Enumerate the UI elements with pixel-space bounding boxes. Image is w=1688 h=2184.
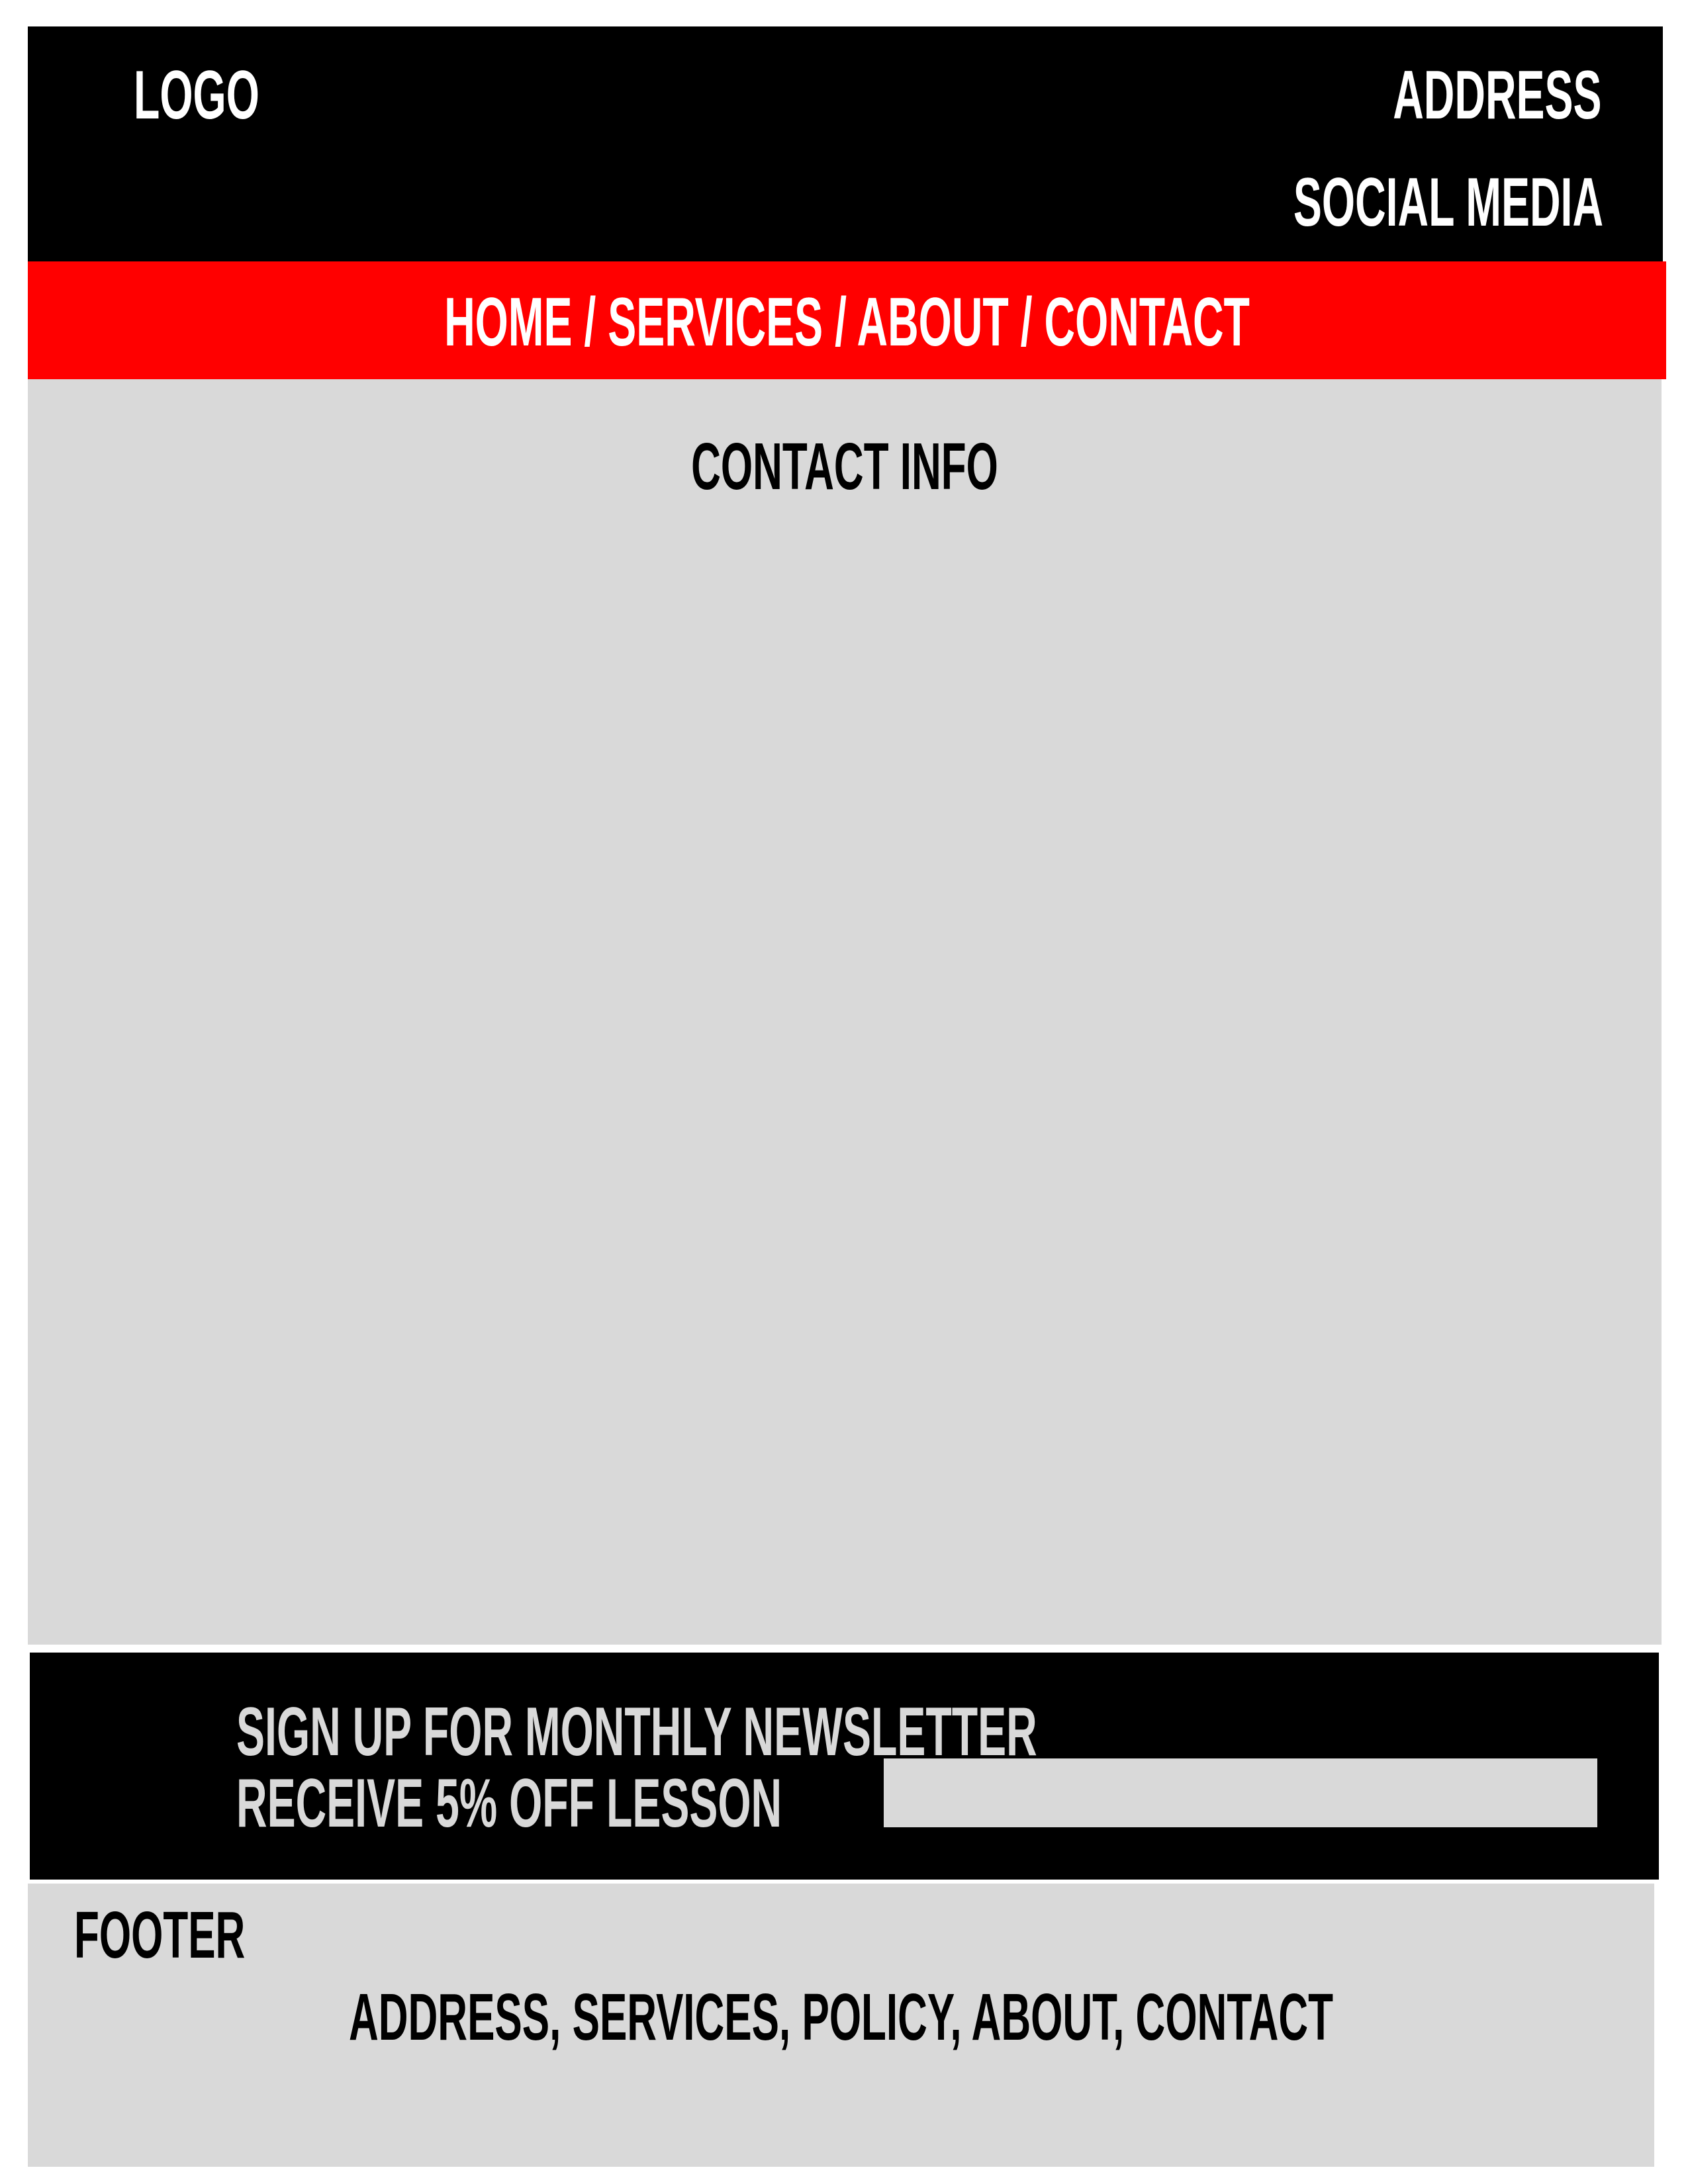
site-header: LOGO ADDRESS SOCIAL MEDIA	[28, 26, 1663, 261]
newsletter-offer: RECEIVE 5% OFF LESSON	[236, 1765, 782, 1842]
nav-bar: HOME / SERVICES / ABOUT / CONTACT	[28, 261, 1666, 379]
page-title: CONTACT INFO	[691, 430, 998, 504]
nav-links[interactable]: HOME / SERVICES / ABOUT / CONTACT	[339, 288, 1355, 357]
newsletter-email-input[interactable]	[884, 1758, 1597, 1827]
newsletter-section: SIGN UP FOR MONTHLY NEWSLETTER RECEIVE 5…	[30, 1653, 1659, 1880]
main-content: CONTACT INFO	[28, 379, 1662, 1645]
footer-links[interactable]: ADDRESS, SERVICES, POLICY, ABOUT, CONTAC…	[337, 1984, 1345, 2050]
footer-title: FOOTER	[74, 1898, 246, 1972]
site-footer: FOOTER ADDRESS, SERVICES, POLICY, ABOUT,…	[28, 1884, 1654, 2167]
header-social-media[interactable]: SOCIAL MEDIA	[1293, 168, 1603, 237]
header-address: ADDRESS	[1393, 57, 1602, 134]
newsletter-headline: SIGN UP FOR MONTHLY NEWSLETTER	[236, 1694, 1037, 1770]
logo[interactable]: LOGO	[134, 61, 259, 130]
